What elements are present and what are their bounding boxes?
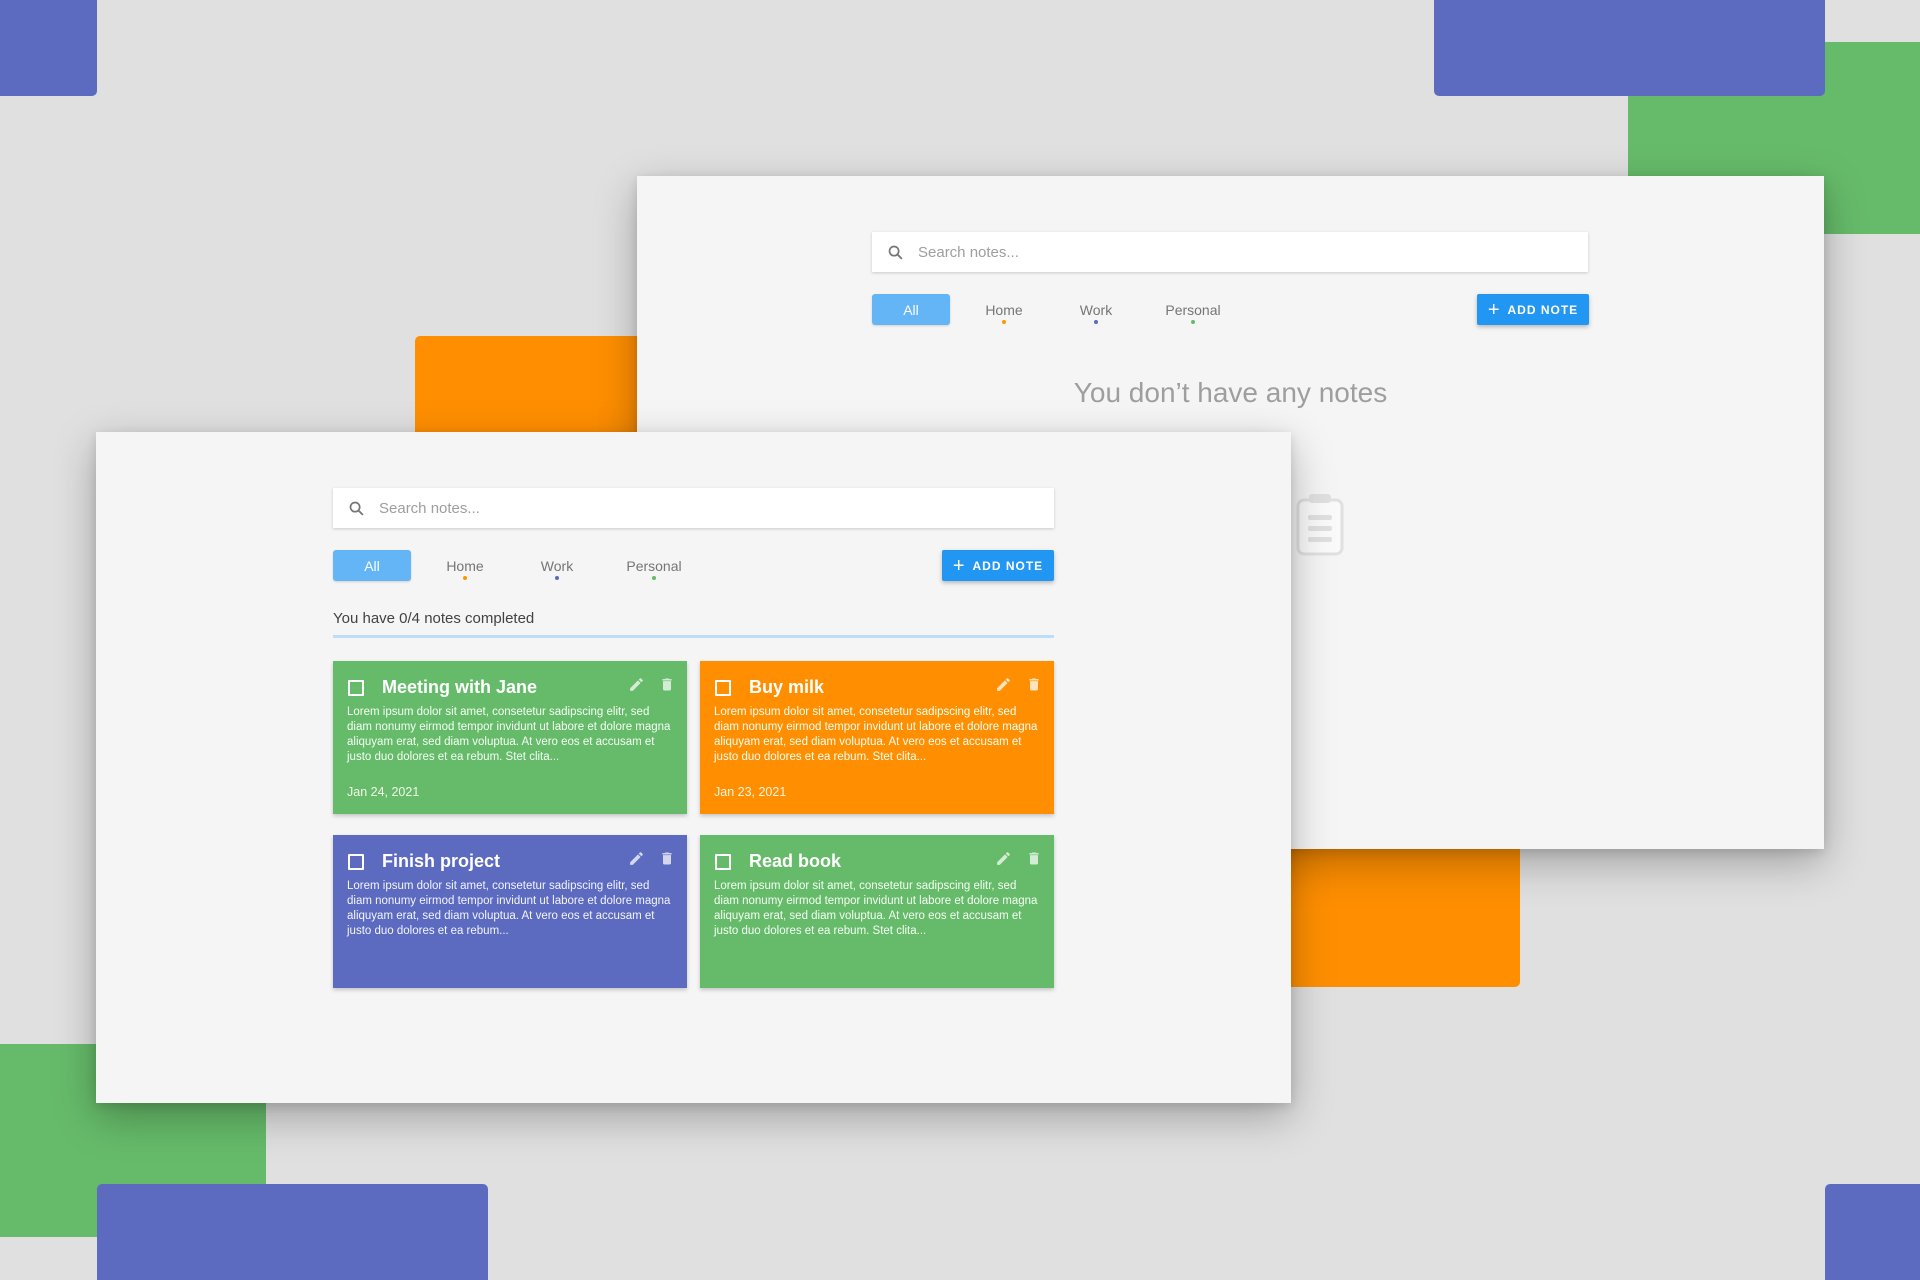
note-title: Meeting with Jane <box>382 677 538 697</box>
category-dot <box>652 576 656 580</box>
plus-icon: + <box>952 554 966 577</box>
add-note-button[interactable]: + ADD NOTE <box>942 550 1054 581</box>
delete-icon[interactable] <box>659 676 675 693</box>
category-dot <box>1191 320 1195 324</box>
category-dot <box>1002 320 1006 324</box>
tab-label: Work <box>540 557 574 574</box>
note-body: Lorem ipsum dolor sit amet, consetetur s… <box>347 880 671 937</box>
completion-status: You have 0/4 notes completed <box>333 610 535 627</box>
tab-label: All <box>364 557 380 574</box>
tab-label: Work <box>1079 301 1113 318</box>
search-input[interactable] <box>916 242 1520 262</box>
search-input[interactable] <box>377 498 981 518</box>
tab-label: Personal <box>626 557 682 574</box>
note-title: Read book <box>749 851 842 871</box>
plus-icon: + <box>1487 298 1501 321</box>
tab-home[interactable]: Home <box>439 550 491 581</box>
tab-label: Personal <box>1165 301 1221 318</box>
tab-label: All <box>903 301 919 318</box>
note-title: Finish project <box>382 851 501 871</box>
note-checkbox[interactable] <box>715 854 731 870</box>
edit-icon[interactable] <box>628 850 645 867</box>
progress-track <box>333 635 1054 638</box>
edit-icon[interactable] <box>995 850 1012 867</box>
filter-tabs: All Home Work Personal <box>872 294 1228 325</box>
note-checkbox[interactable] <box>715 680 731 696</box>
tab-label: Home <box>446 557 484 574</box>
tab-personal[interactable]: Personal <box>619 550 689 581</box>
tab-home[interactable]: Home <box>978 294 1030 325</box>
note-date: Jan 24, 2021 <box>347 785 420 799</box>
note-card[interactable]: Read book Lorem ipsum dolor sit amet, co… <box>700 835 1054 988</box>
edit-icon[interactable] <box>628 676 645 693</box>
delete-icon[interactable] <box>659 850 675 867</box>
add-note-label: ADD NOTE <box>1507 302 1579 317</box>
add-note-button[interactable]: + ADD NOTE <box>1477 294 1589 325</box>
note-body: Lorem ipsum dolor sit amet, consetetur s… <box>347 706 671 763</box>
decor-block <box>97 1184 488 1280</box>
note-title: Buy milk <box>749 677 825 697</box>
decor-block <box>1825 1184 1920 1280</box>
delete-icon[interactable] <box>1026 850 1042 867</box>
tab-all[interactable]: All <box>872 294 950 325</box>
empty-state-message: You don’t have any notes <box>1073 377 1388 408</box>
category-dot <box>463 576 467 580</box>
add-note-label: ADD NOTE <box>972 558 1044 573</box>
tab-label: Home <box>985 301 1023 318</box>
edit-icon[interactable] <box>995 676 1012 693</box>
search-icon <box>349 501 364 516</box>
note-body: Lorem ipsum dolor sit amet, consetetur s… <box>714 880 1038 937</box>
decor-block <box>1434 0 1825 96</box>
note-checkbox[interactable] <box>348 680 364 696</box>
tab-work[interactable]: Work <box>1073 294 1119 325</box>
decor-block <box>0 0 97 96</box>
tab-personal[interactable]: Personal <box>1158 294 1228 325</box>
note-date: Jan 23, 2021 <box>714 785 787 799</box>
tab-all[interactable]: All <box>333 550 411 581</box>
search-icon <box>888 245 903 260</box>
category-dot <box>1094 320 1098 324</box>
note-card[interactable]: Finish project Lorem ipsum dolor sit ame… <box>333 835 687 988</box>
search-bar[interactable] <box>872 232 1588 272</box>
note-body: Lorem ipsum dolor sit amet, consetetur s… <box>714 706 1038 763</box>
filter-tabs: All Home Work Personal <box>333 550 689 581</box>
category-dot <box>555 576 559 580</box>
note-checkbox[interactable] <box>348 854 364 870</box>
note-card[interactable]: Meeting with Jane Lorem ipsum dolor sit … <box>333 661 687 814</box>
tab-work[interactable]: Work <box>534 550 580 581</box>
clipboard-icon <box>1296 494 1344 556</box>
delete-icon[interactable] <box>1026 676 1042 693</box>
search-bar[interactable] <box>333 488 1054 528</box>
note-card[interactable]: Buy milk Lorem ipsum dolor sit amet, con… <box>700 661 1054 814</box>
app-window-notes: All Home Work Personal + ADD NOTE You ha… <box>96 432 1291 1103</box>
